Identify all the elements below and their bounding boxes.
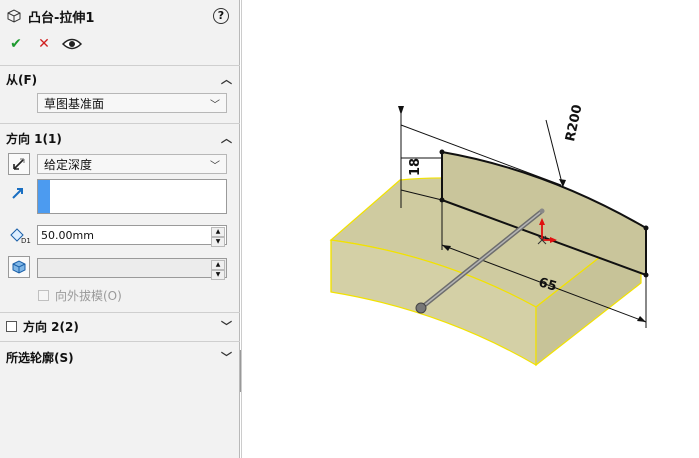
section-contours-header[interactable]: 所选轮廓(S) ﹀ [6, 347, 236, 367]
draft-icon [12, 260, 26, 274]
end-condition-value: 给定深度 [44, 157, 93, 172]
svg-text:D1: D1 [21, 237, 31, 244]
property-manager: 凸台-拉伸1 ? ✔ ✕ 从(F) ︿ 草图基准面 ﹀ 方向 1(1) ︿ 给定… [0, 0, 240, 458]
sketch-vertex[interactable] [439, 149, 445, 155]
feature-title-row: 凸台-拉伸1 [6, 6, 94, 26]
chevron-down-icon: ﹀ [210, 160, 220, 172]
preview-eye-icon[interactable] [62, 37, 82, 51]
section-direction1-label: 方向 1(1) [6, 131, 62, 146]
depth-spinner[interactable]: ▲ ▼ [211, 227, 225, 247]
outward-draft-checkbox-row[interactable]: 向外拔模(O) [38, 287, 122, 304]
action-buttons: ✔ ✕ [6, 35, 82, 53]
direction2-checkbox[interactable] [6, 320, 17, 332]
draft-angle-input[interactable]: ▲ ▼ [37, 258, 227, 280]
outward-draft-label: 向外拔模(O) [55, 289, 122, 303]
depth-dimension-icon: D1 [10, 228, 31, 244]
from-select-value: 草图基准面 [44, 96, 105, 111]
reverse-direction-button[interactable] [8, 153, 30, 175]
drag-handle-knob[interactable] [415, 302, 427, 314]
direction-vector-icon [12, 188, 23, 199]
expand-caret-icon[interactable]: ﹀ [221, 318, 232, 334]
end-condition-select[interactable]: 给定深度 ﹀ [37, 154, 227, 174]
handle-end [539, 208, 545, 214]
depth-input-value: 50.00mm [41, 228, 94, 242]
from-select[interactable]: 草图基准面 ﹀ [37, 93, 227, 113]
feature-title: 凸台-拉伸1 [28, 10, 95, 26]
model-view[interactable]: 18 R200 65 [242, 0, 699, 458]
chevron-down-icon: ﹀ [210, 99, 220, 111]
divider [0, 65, 240, 66]
ok-button[interactable]: ✔ [6, 36, 26, 52]
dimension-height-label[interactable]: 18 [408, 158, 423, 176]
collapse-caret-icon[interactable]: ︿ [221, 130, 232, 146]
graphics-viewport[interactable]: 18 R200 65 [241, 0, 699, 458]
draft-spinner[interactable]: ▲ ▼ [211, 260, 225, 280]
extrude-feature-icon [7, 9, 21, 23]
section-contours-label: 所选轮廓(S) [6, 350, 74, 365]
section-direction2-label: 方向 2(2) [23, 319, 79, 334]
section-from-header[interactable]: 从(F) ︿ [6, 69, 236, 89]
section-direction1-header[interactable]: 方向 1(1) ︿ [6, 128, 236, 148]
divider [0, 341, 240, 342]
direction-vector-selection-box[interactable] [37, 179, 227, 214]
outward-draft-checkbox[interactable] [38, 290, 49, 301]
help-icon[interactable]: ? [213, 8, 229, 24]
expand-caret-icon[interactable]: ﹀ [221, 349, 232, 365]
selection-focus-bar [38, 180, 50, 213]
cancel-button[interactable]: ✕ [34, 36, 54, 52]
divider [0, 312, 240, 313]
dimension-radius-label[interactable]: R200 [563, 103, 585, 142]
collapse-caret-icon[interactable]: ︿ [221, 71, 232, 87]
section-direction2-header[interactable]: 方向 2(2) ﹀ [6, 316, 236, 336]
sketch-vertex[interactable] [643, 225, 649, 231]
depth-input[interactable]: 50.00mm ▲ ▼ [37, 225, 227, 247]
section-from-label: 从(F) [6, 72, 38, 87]
divider [0, 123, 240, 124]
reverse-direction-icon [13, 158, 25, 170]
draft-toggle-button[interactable] [8, 256, 30, 278]
